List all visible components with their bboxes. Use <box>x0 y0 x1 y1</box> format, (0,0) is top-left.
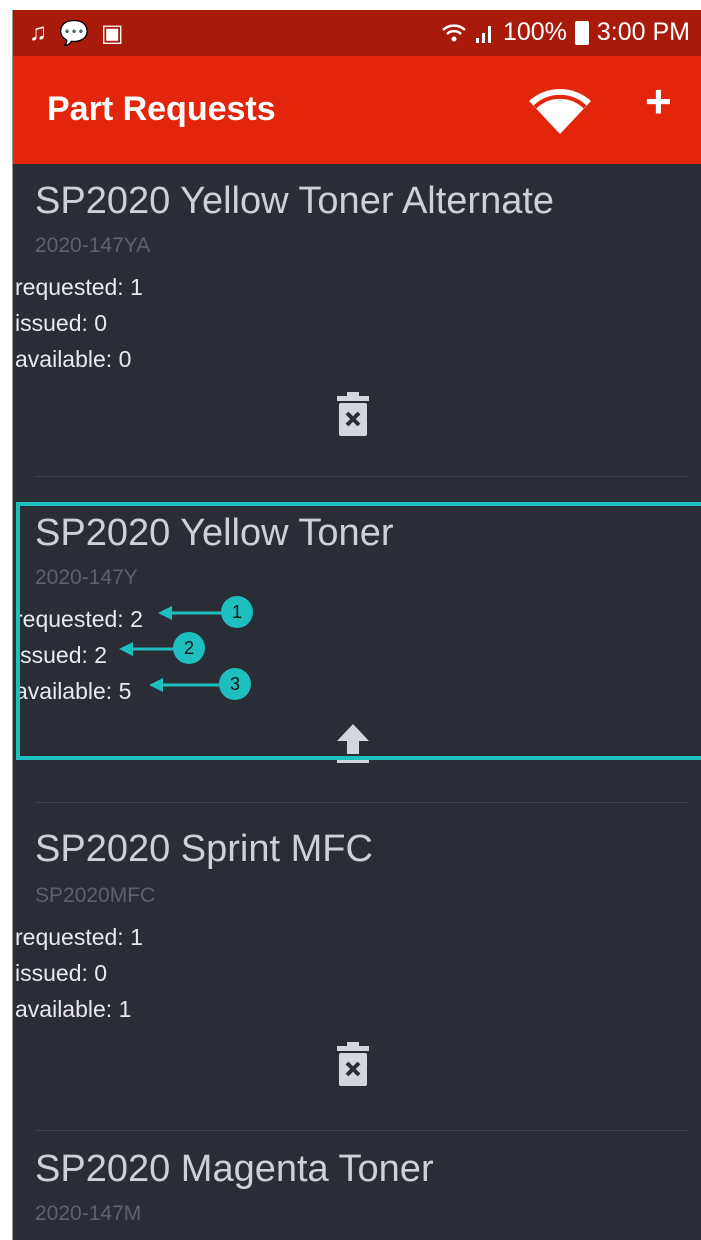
divider <box>35 802 689 803</box>
list-item[interactable]: SP2020 Yellow Toner Alternate 2020-147YA… <box>13 164 701 494</box>
part-code: 2020-147YA <box>35 234 151 257</box>
chat-notification-icon: 💬 <box>59 20 89 47</box>
wifi-icon[interactable] <box>529 88 591 134</box>
list-item[interactable]: SP2020 Magenta Toner 2020-147M <box>13 1130 701 1240</box>
list-item[interactable]: SP2020 Sprint MFC SP2020MFC requested: 1… <box>13 804 701 1134</box>
part-code: SP2020MFC <box>35 884 156 907</box>
issued-count: issued: 0 <box>15 960 108 986</box>
requested-count: requested: 1 <box>15 274 143 300</box>
trash-icon[interactable] <box>335 392 371 438</box>
divider <box>35 476 689 477</box>
clock: 3:00 PM <box>596 18 690 46</box>
trash-icon[interactable] <box>335 1042 371 1088</box>
battery-icon <box>574 20 589 45</box>
app-bar: Part Requests + <box>13 56 701 164</box>
available-count: available: 0 <box>15 346 132 372</box>
status-bar: ♫ 💬 ▣ 100% 3:00 PM <box>13 10 701 56</box>
battery-percent: 100% <box>502 18 567 46</box>
callout-arrow-3 <box>149 678 219 692</box>
callout-badge-1: 1 <box>221 596 253 628</box>
part-name: SP2020 Sprint MFC <box>35 828 373 870</box>
wifi-status-icon <box>442 23 466 41</box>
page-title: Part Requests <box>47 90 276 128</box>
requested-count: requested: 1 <box>15 924 143 950</box>
part-name: SP2020 Yellow Toner Alternate <box>35 180 555 222</box>
highlight-box <box>16 502 701 760</box>
phone-screen: ♫ 💬 ▣ 100% 3:00 PM Part Requests + SP202… <box>12 10 701 1240</box>
part-code: 2020-147M <box>35 1202 142 1225</box>
callout-badge-2: 2 <box>173 632 205 664</box>
issued-count: issued: 0 <box>15 310 108 336</box>
callout-badge-3: 3 <box>219 668 251 700</box>
available-count: available: 1 <box>15 996 132 1022</box>
signal-icon <box>475 25 491 43</box>
status-notification-icons: ♫ 💬 ▣ <box>29 19 124 48</box>
add-button[interactable]: + <box>645 78 672 124</box>
music-notification-icon: ♫ <box>29 19 47 46</box>
part-name: SP2020 Magenta Toner <box>35 1148 434 1190</box>
image-notification-icon: ▣ <box>100 20 124 47</box>
